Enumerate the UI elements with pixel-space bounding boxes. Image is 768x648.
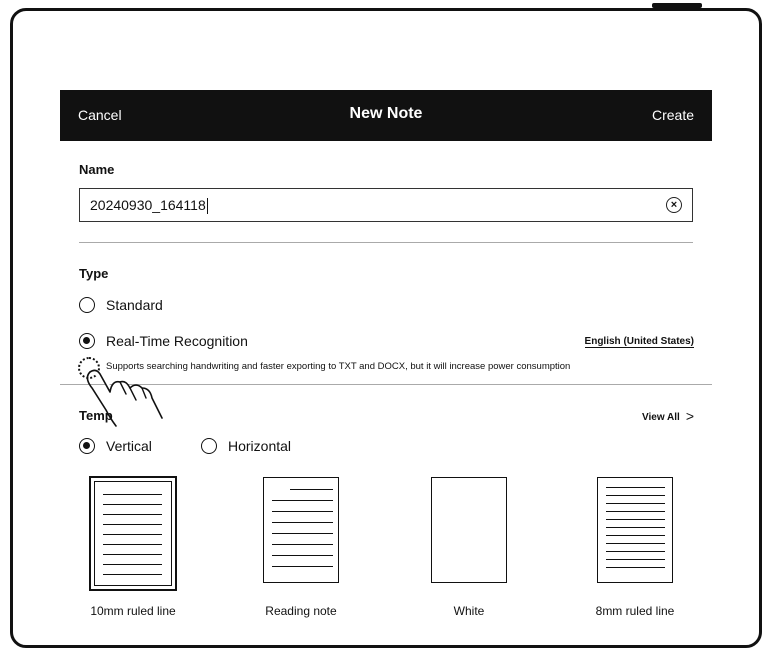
dialog-title: New Note xyxy=(349,105,423,122)
name-label: Name xyxy=(79,162,115,177)
standard-label[interactable]: Standard xyxy=(106,297,163,313)
create-button[interactable]: Create xyxy=(652,107,694,123)
chevron-right-icon: > xyxy=(685,408,694,424)
template-white[interactable]: White xyxy=(370,477,507,620)
power-button xyxy=(652,3,702,8)
template-reading-note[interactable]: Reading note xyxy=(207,477,339,620)
template-name: 8mm ruled line xyxy=(595,604,675,618)
realtime-recognition-label[interactable]: Real-Time Recognition xyxy=(106,333,248,349)
clear-icon[interactable]: × xyxy=(666,197,682,213)
template-label: Temp xyxy=(79,408,113,423)
vertical-label[interactable]: Vertical xyxy=(106,438,152,454)
vertical-radio[interactable] xyxy=(79,438,95,454)
template-name: White xyxy=(453,604,485,618)
standard-radio[interactable] xyxy=(79,297,95,313)
language-selector[interactable]: English (United States) xyxy=(584,336,694,348)
template-name: Reading note xyxy=(265,604,337,618)
tap-indicator xyxy=(78,357,100,379)
horizontal-label[interactable]: Horizontal xyxy=(228,438,291,454)
name-value: 20240930_164118 xyxy=(90,197,206,213)
text-caret xyxy=(206,198,208,215)
view-all-button[interactable]: View All > xyxy=(642,407,694,424)
horizontal-radio[interactable] xyxy=(201,438,217,454)
template-10mm-ruled[interactable]: 10mm ruled line xyxy=(56,476,186,620)
template-thumbnail xyxy=(94,481,172,586)
section-divider xyxy=(60,384,712,385)
realtime-recognition-radio[interactable] xyxy=(79,333,95,349)
template-name: 10mm ruled line xyxy=(90,604,176,618)
view-all-label: View All xyxy=(642,412,680,423)
divider xyxy=(79,242,693,243)
template-thumbnail xyxy=(431,477,507,583)
new-note-dialog: Cancel New Note Create Name 20240930_164… xyxy=(60,90,712,630)
template-thumbnail xyxy=(263,477,339,583)
dialog-header: Cancel New Note Create xyxy=(60,90,712,141)
name-input[interactable]: 20240930_164118 × xyxy=(79,188,693,222)
template-thumbnail xyxy=(597,477,673,583)
recognition-hint: Supports searching handwriting and faste… xyxy=(106,361,571,372)
template-8mm-ruled[interactable]: 8mm ruled line xyxy=(536,477,686,620)
type-label: Type xyxy=(79,266,109,281)
